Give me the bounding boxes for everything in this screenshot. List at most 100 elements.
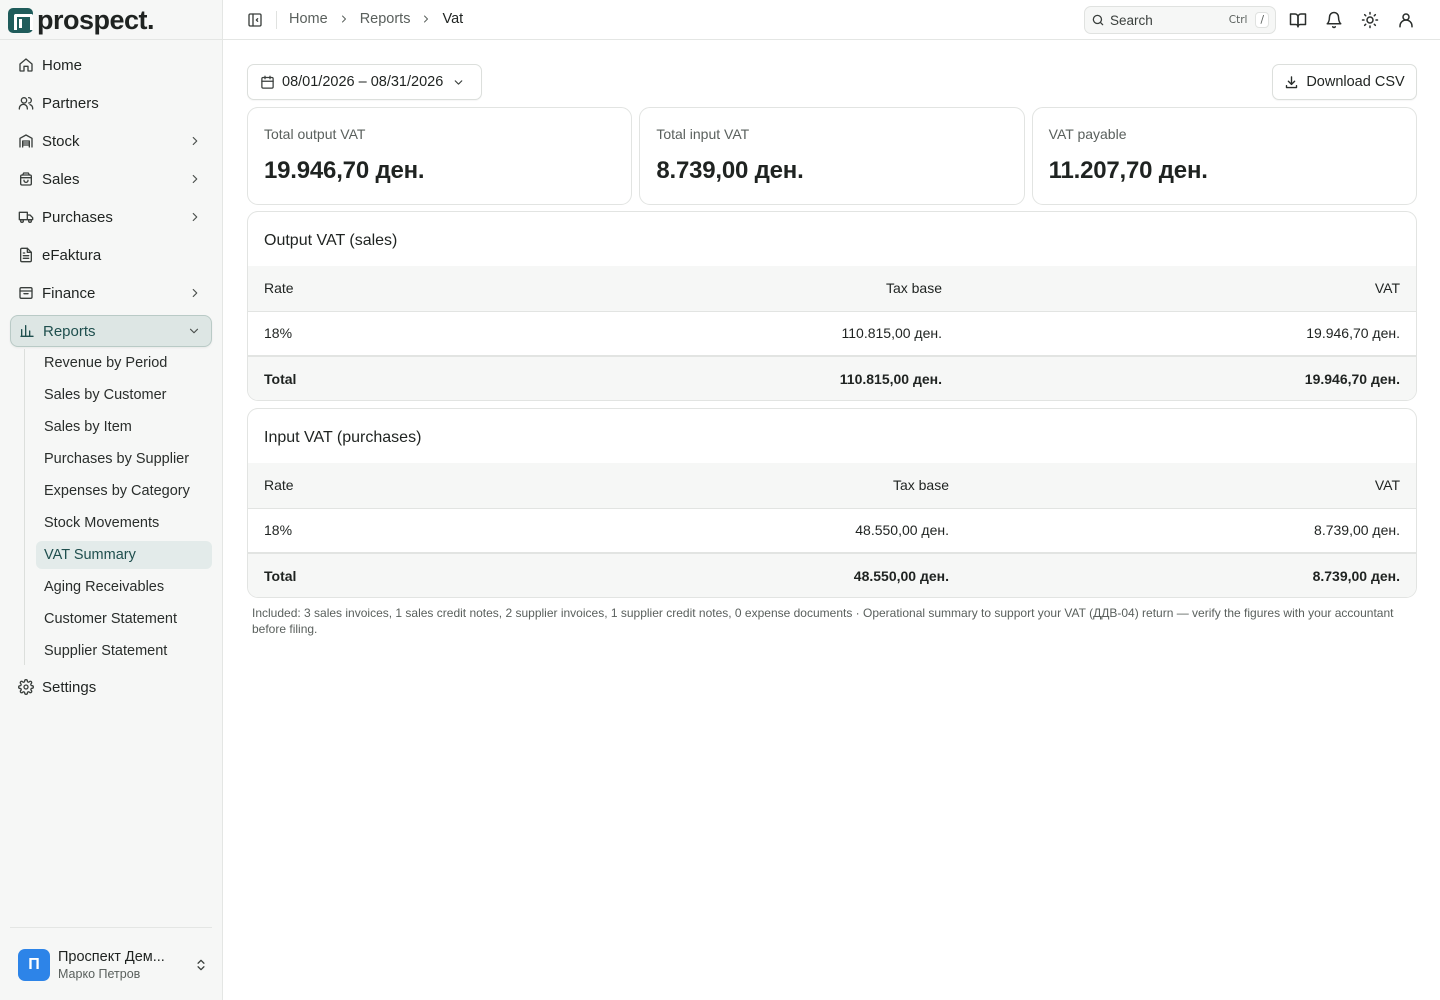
topbar: Home Reports Vat Search Ctrl / <box>223 0 1440 40</box>
sidebar-item-settings[interactable]: Settings <box>10 671 212 703</box>
sidebar: prospect. Home Partners Stock Sales Purc… <box>0 0 223 1000</box>
sidebar-item-label: Reports <box>43 322 96 340</box>
download-icon <box>1286 75 1298 88</box>
sun-icon[interactable] <box>1361 11 1379 29</box>
reports-submenu: Revenue by Period Sales by Customer Sale… <box>24 349 212 665</box>
divider <box>276 11 277 29</box>
org-name: Проспект Дем... <box>58 949 165 965</box>
truck-icon <box>18 211 34 223</box>
card-vat-payable: VAT payable 11.207,70 ден. <box>1031 107 1417 205</box>
date-range-value: 08/01/2026 – 08/31/2026 <box>282 74 444 90</box>
chevron-right-icon <box>192 288 198 298</box>
card-value: 11.207,70 ден. <box>1048 157 1208 184</box>
prospect-logo-icon <box>8 7 33 33</box>
document-icon <box>20 247 32 263</box>
panel-title: Input VAT (purchases) <box>264 429 422 446</box>
cell-total-tax-base: 48.550,00 ден. <box>478 553 965 597</box>
output-vat-table: Rate Tax base VAT 18% 110.815,00 ден. 19… <box>248 266 1416 400</box>
sidebar-item-stock[interactable]: Stock <box>10 125 212 157</box>
breadcrumb-home[interactable]: Home <box>289 11 328 27</box>
sub-item-revenue-by-period[interactable]: Revenue by Period <box>36 349 212 377</box>
chevrons-up-down-icon <box>197 959 205 971</box>
sidebar-item-sales[interactable]: Sales <box>10 163 212 195</box>
download-csv-button[interactable]: Download CSV <box>1272 64 1417 100</box>
breadcrumb-current: Vat <box>442 11 464 27</box>
card-label: Total output VAT <box>264 126 366 142</box>
table-total-row: Total 110.815,00 ден. 19.946,70 ден. <box>248 356 1416 400</box>
home-icon <box>19 58 33 72</box>
sidebar-item-label: Finance <box>42 284 96 302</box>
chevron-right-icon <box>192 136 198 146</box>
sub-item-vat-summary[interactable]: VAT Summary <box>36 541 212 569</box>
calendar-icon <box>261 75 274 89</box>
shortcut-key-ctrl: Ctrl <box>1228 14 1248 26</box>
cell-total-vat: 19.946,70 ден. <box>958 356 1416 400</box>
avatar: П <box>18 949 50 981</box>
sub-item-purchases-by-supplier[interactable]: Purchases by Supplier <box>36 445 212 473</box>
card-value: 8.739,00 ден. <box>656 157 804 184</box>
card-total-output-vat: Total output VAT 19.946,70 ден. <box>247 107 633 205</box>
table-header-row: Rate Tax base VAT <box>248 463 1416 509</box>
book-open-icon[interactable] <box>1289 11 1307 29</box>
chevron-right-icon <box>341 15 346 23</box>
sidebar-item-label: Settings <box>42 678 97 696</box>
column-header-rate: Rate <box>248 266 478 312</box>
table-header-row: Rate Tax base VAT <box>248 266 1416 312</box>
sidebar-toggle-icon[interactable] <box>247 12 263 28</box>
sidebar-item-efaktura[interactable]: eFaktura <box>10 239 212 271</box>
footnote: Included: 3 sales invoices, 1 sales cred… <box>252 606 1394 636</box>
sub-item-aging-receivables[interactable]: Aging Receivables <box>36 573 212 601</box>
column-header-tax-base: Tax base <box>478 463 965 509</box>
chevron-right-icon <box>424 15 429 23</box>
sidebar-item-reports[interactable]: Reports <box>10 315 212 347</box>
shopping-bag-icon <box>20 172 32 186</box>
gear-icon <box>18 679 34 695</box>
chevron-right-icon <box>192 174 198 184</box>
cell-total-tax-base: 110.815,00 ден. <box>478 356 958 400</box>
cell-total-vat: 8.739,00 ден. <box>965 553 1416 597</box>
cell-rate: 18% <box>248 311 478 357</box>
sidebar-item-partners[interactable]: Partners <box>10 87 212 119</box>
chevron-down-icon <box>189 328 199 334</box>
sidebar-item-label: Sales <box>42 170 80 188</box>
sidebar-item-purchases[interactable]: Purchases <box>10 201 212 233</box>
archive-icon <box>19 287 33 299</box>
cell-tax-base: 110.815,00 ден. <box>478 311 958 357</box>
cell-vat: 8.739,00 ден. <box>965 508 1416 554</box>
sidebar-item-finance[interactable]: Finance <box>10 277 212 309</box>
brand-name: prospect. <box>37 4 155 35</box>
user-icon[interactable] <box>1397 11 1415 29</box>
sub-item-sales-by-customer[interactable]: Sales by Customer <box>36 381 212 409</box>
cell-tax-base: 48.550,00 ден. <box>478 508 965 554</box>
sidebar-item-label: Stock <box>42 132 80 150</box>
search-icon <box>1092 14 1104 26</box>
download-csv-label: Download CSV <box>1306 74 1405 90</box>
chevron-right-icon <box>192 212 198 222</box>
panel-title: Output VAT (sales) <box>264 232 398 249</box>
sub-item-stock-movements[interactable]: Stock Movements <box>36 509 212 537</box>
divider <box>10 927 212 928</box>
breadcrumb-reports[interactable]: Reports <box>360 11 411 27</box>
sidebar-item-label: Purchases <box>42 208 113 226</box>
sub-item-sales-by-item[interactable]: Sales by Item <box>36 413 212 441</box>
sidebar-nav: Home Partners Stock Sales Purchases eFak… <box>10 49 212 709</box>
sub-item-supplier-statement[interactable]: Supplier Statement <box>36 637 212 665</box>
date-range-picker[interactable]: 08/01/2026 – 08/31/2026 <box>247 64 482 100</box>
input-vat-table: Rate Tax base VAT 18% 48.550,00 ден. 8.7… <box>248 463 1416 597</box>
column-header-rate: Rate <box>248 463 478 509</box>
sidebar-item-home[interactable]: Home <box>10 49 212 81</box>
brand-logo[interactable]: prospect. <box>8 4 155 36</box>
output-vat-panel: Output VAT (sales) Rate Tax base VAT 18%… <box>247 211 1417 401</box>
column-header-tax-base: Tax base <box>478 266 958 312</box>
search-input[interactable]: Search Ctrl / <box>1084 6 1276 34</box>
divider <box>0 39 222 40</box>
input-vat-panel: Input VAT (purchases) Rate Tax base VAT … <box>247 408 1417 598</box>
search-placeholder: Search <box>1110 12 1153 28</box>
bell-icon[interactable] <box>1325 11 1343 29</box>
users-icon <box>18 97 34 110</box>
sub-item-customer-statement[interactable]: Customer Statement <box>36 605 212 633</box>
sub-item-expenses-by-category[interactable]: Expenses by Category <box>36 477 212 505</box>
summary-cards: Total output VAT 19.946,70 ден. Total in… <box>247 107 1417 205</box>
card-label: Total input VAT <box>656 126 750 142</box>
account-switcher[interactable]: П Проспект Дем... Марко Петров <box>18 947 208 983</box>
